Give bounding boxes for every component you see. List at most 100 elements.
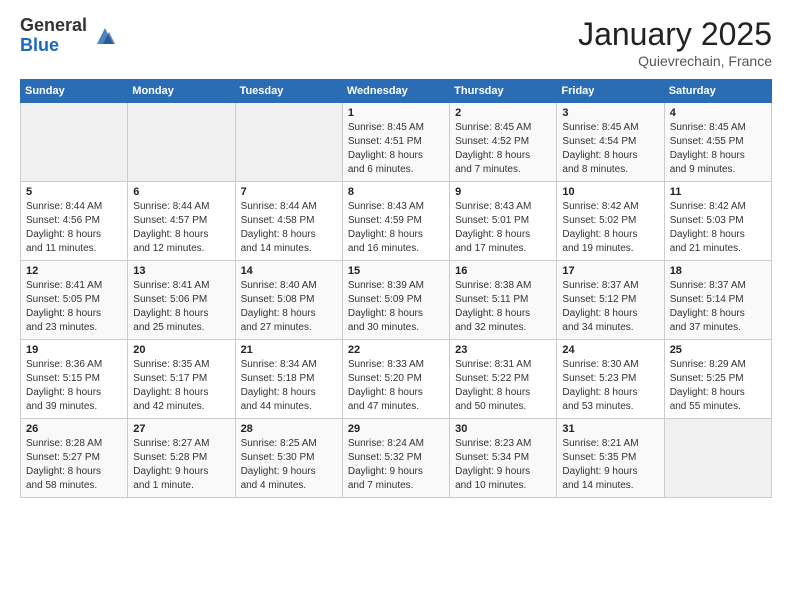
day-number: 22	[348, 344, 444, 356]
day-header-monday: Monday	[128, 80, 235, 103]
calendar-cell	[128, 103, 235, 182]
calendar-cell: 7Sunrise: 8:44 AM Sunset: 4:58 PM Daylig…	[235, 182, 342, 261]
calendar-cell: 30 Sunrise: 8:23 AM Sunset: 5:34 PM Dayli…	[450, 419, 557, 498]
day-number: 8	[348, 186, 444, 198]
day-number: 28	[241, 423, 337, 435]
day-header-sunday: Sunday	[21, 80, 128, 103]
calendar-cell: 4 Sunrise: 8:45 AM Sunset: 4:55 PM Daylig…	[664, 103, 771, 182]
location: Quievrechain, France	[578, 53, 772, 69]
calendar-cell: 18 Sunrise: 8:37 AM Sunset: 5:14 PM Dayli…	[664, 261, 771, 340]
day-number: 12	[26, 265, 122, 277]
day-info: Sunrise: 8:25 AM Sunset: 5:30 PM Dayligh…	[241, 437, 337, 493]
day-number: 9	[455, 186, 551, 198]
day-number: 29	[348, 423, 444, 435]
day-number: 4	[670, 107, 766, 119]
calendar-cell: 22Sunrise: 8:33 AM Sunset: 5:20 PM Dayli…	[342, 340, 449, 419]
calendar-cell: 21 Sunrise: 8:34 AM Sunset: 5:18 PM Dayli…	[235, 340, 342, 419]
logo-general: General	[20, 16, 87, 36]
month-title: January 2025	[578, 16, 772, 53]
calendar-cell: 6 Sunrise: 8:44 AM Sunset: 4:57 PM Daylig…	[128, 182, 235, 261]
day-number: 31	[562, 423, 658, 435]
day-header-thursday: Thursday	[450, 80, 557, 103]
day-number: 14	[241, 265, 337, 277]
day-info: Sunrise: 8:35 AM Sunset: 5:17 PM Dayligh…	[133, 358, 229, 414]
calendar-cell: 9 Sunrise: 8:43 AM Sunset: 5:01 PM Daylig…	[450, 182, 557, 261]
day-info: Sunrise: 8:37 AM Sunset: 5:14 PM Dayligh…	[670, 279, 766, 335]
day-info: Sunrise: 8:31 AM Sunset: 5:22 PM Dayligh…	[455, 358, 551, 414]
calendar-cell: 2 Sunrise: 8:45 AM Sunset: 4:52 PM Daylig…	[450, 103, 557, 182]
calendar-week-row: 19 Sunrise: 8:36 AM Sunset: 5:15 PM Dayli…	[21, 340, 772, 419]
day-number: 30	[455, 423, 551, 435]
calendar-cell: 16 Sunrise: 8:38 AM Sunset: 5:11 PM Dayli…	[450, 261, 557, 340]
calendar-cell	[21, 103, 128, 182]
day-info: Sunrise: 8:45 AM Sunset: 4:52 PM Dayligh…	[455, 121, 551, 177]
calendar-cell: 25 Sunrise: 8:29 AM Sunset: 5:25 PM Dayli…	[664, 340, 771, 419]
day-info: Sunrise: 8:24 AM Sunset: 5:32 PM Dayligh…	[348, 437, 444, 493]
calendar-cell: 14 Sunrise: 8:40 AM Sunset: 5:08 PM Dayli…	[235, 261, 342, 340]
day-number: 3	[562, 107, 658, 119]
calendar-cell: 28 Sunrise: 8:25 AM Sunset: 5:30 PM Dayli…	[235, 419, 342, 498]
calendar-week-row: 26Sunrise: 8:28 AM Sunset: 5:27 PM Dayli…	[21, 419, 772, 498]
calendar-cell: 15Sunrise: 8:39 AM Sunset: 5:09 PM Dayli…	[342, 261, 449, 340]
day-info: Sunrise: 8:44 AM Sunset: 4:58 PM Dayligh…	[241, 200, 337, 256]
day-info: Sunrise: 8:43 AM Sunset: 5:01 PM Dayligh…	[455, 200, 551, 256]
day-number: 1	[348, 107, 444, 119]
calendar-week-row: 12 Sunrise: 8:41 AM Sunset: 5:05 PM Dayli…	[21, 261, 772, 340]
day-info: Sunrise: 8:40 AM Sunset: 5:08 PM Dayligh…	[241, 279, 337, 335]
day-info: Sunrise: 8:41 AM Sunset: 5:05 PM Dayligh…	[26, 279, 122, 335]
calendar-cell: 3 Sunrise: 8:45 AM Sunset: 4:54 PM Daylig…	[557, 103, 664, 182]
day-number: 25	[670, 344, 766, 356]
day-info: Sunrise: 8:29 AM Sunset: 5:25 PM Dayligh…	[670, 358, 766, 414]
page: General Blue January 2025 Quievrechain, …	[0, 0, 792, 612]
day-info: Sunrise: 8:34 AM Sunset: 5:18 PM Dayligh…	[241, 358, 337, 414]
day-info: Sunrise: 8:38 AM Sunset: 5:11 PM Dayligh…	[455, 279, 551, 335]
calendar-cell: 12 Sunrise: 8:41 AM Sunset: 5:05 PM Dayli…	[21, 261, 128, 340]
logo-text: General Blue	[20, 16, 87, 56]
day-header-tuesday: Tuesday	[235, 80, 342, 103]
calendar-week-row: 5Sunrise: 8:44 AM Sunset: 4:56 PM Daylig…	[21, 182, 772, 261]
day-info: Sunrise: 8:44 AM Sunset: 4:57 PM Dayligh…	[133, 200, 229, 256]
day-info: Sunrise: 8:41 AM Sunset: 5:06 PM Dayligh…	[133, 279, 229, 335]
calendar-table: SundayMondayTuesdayWednesdayThursdayFrid…	[20, 79, 772, 498]
day-info: Sunrise: 8:45 AM Sunset: 4:54 PM Dayligh…	[562, 121, 658, 177]
day-number: 16	[455, 265, 551, 277]
day-info: Sunrise: 8:37 AM Sunset: 5:12 PM Dayligh…	[562, 279, 658, 335]
day-header-saturday: Saturday	[664, 80, 771, 103]
calendar-cell	[664, 419, 771, 498]
day-number: 5	[26, 186, 122, 198]
day-number: 23	[455, 344, 551, 356]
day-info: Sunrise: 8:30 AM Sunset: 5:23 PM Dayligh…	[562, 358, 658, 414]
day-number: 24	[562, 344, 658, 356]
day-info: Sunrise: 8:45 AM Sunset: 4:51 PM Dayligh…	[348, 121, 444, 177]
day-number: 21	[241, 344, 337, 356]
calendar-cell: 8Sunrise: 8:43 AM Sunset: 4:59 PM Daylig…	[342, 182, 449, 261]
day-number: 20	[133, 344, 229, 356]
day-info: Sunrise: 8:28 AM Sunset: 5:27 PM Dayligh…	[26, 437, 122, 493]
day-number: 13	[133, 265, 229, 277]
day-number: 19	[26, 344, 122, 356]
day-header-wednesday: Wednesday	[342, 80, 449, 103]
calendar-cell: 29 Sunrise: 8:24 AM Sunset: 5:32 PM Dayli…	[342, 419, 449, 498]
day-number: 18	[670, 265, 766, 277]
day-info: Sunrise: 8:36 AM Sunset: 5:15 PM Dayligh…	[26, 358, 122, 414]
day-number: 6	[133, 186, 229, 198]
day-info: Sunrise: 8:39 AM Sunset: 5:09 PM Dayligh…	[348, 279, 444, 335]
logo-blue: Blue	[20, 36, 87, 56]
calendar-cell: 27Sunrise: 8:27 AM Sunset: 5:28 PM Dayli…	[128, 419, 235, 498]
day-info: Sunrise: 8:45 AM Sunset: 4:55 PM Dayligh…	[670, 121, 766, 177]
calendar-cell: 1 Sunrise: 8:45 AM Sunset: 4:51 PM Daylig…	[342, 103, 449, 182]
logo: General Blue	[20, 16, 119, 56]
day-info: Sunrise: 8:23 AM Sunset: 5:34 PM Dayligh…	[455, 437, 551, 493]
day-number: 11	[670, 186, 766, 198]
calendar-cell: 19 Sunrise: 8:36 AM Sunset: 5:15 PM Dayli…	[21, 340, 128, 419]
calendar-cell: 20 Sunrise: 8:35 AM Sunset: 5:17 PM Dayli…	[128, 340, 235, 419]
calendar-cell: 26Sunrise: 8:28 AM Sunset: 5:27 PM Dayli…	[21, 419, 128, 498]
day-number: 17	[562, 265, 658, 277]
header: General Blue January 2025 Quievrechain, …	[20, 16, 772, 69]
calendar-cell: 11Sunrise: 8:42 AM Sunset: 5:03 PM Dayli…	[664, 182, 771, 261]
day-number: 2	[455, 107, 551, 119]
calendar-cell	[235, 103, 342, 182]
calendar-cell: 23 Sunrise: 8:31 AM Sunset: 5:22 PM Dayli…	[450, 340, 557, 419]
day-info: Sunrise: 8:42 AM Sunset: 5:02 PM Dayligh…	[562, 200, 658, 256]
calendar-week-row: 1 Sunrise: 8:45 AM Sunset: 4:51 PM Daylig…	[21, 103, 772, 182]
